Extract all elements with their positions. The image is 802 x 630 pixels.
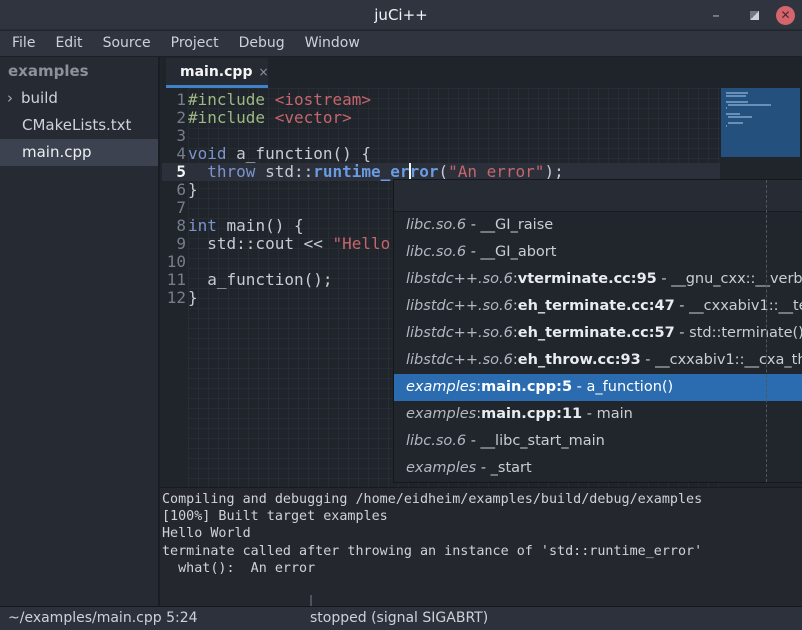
minimap-line: [726, 125, 727, 127]
chevron-right-icon[interactable]: ›: [7, 85, 21, 112]
window-title: juCi++: [0, 0, 802, 30]
minimap-line: [726, 95, 746, 97]
minimap-line: [726, 101, 748, 103]
sidebar-item-main-cpp[interactable]: main.cpp: [0, 139, 158, 166]
juci-window: juCi++ – ✕ FileEditSourceProjectDebugWin…: [0, 0, 802, 630]
file-tree: ›buildCMakeLists.txtmain.cpp: [0, 85, 158, 166]
terminal-line: what(): An error: [162, 560, 802, 577]
maximize-icon: [750, 11, 759, 20]
status-file-location: ~/examples/main.cpp 5:24: [8, 607, 198, 630]
code-line: #include <vector>: [188, 109, 564, 127]
title-bar: juCi++ – ✕: [0, 0, 802, 30]
backtrace-popup: libc.so.6 - __GI_raiselibc.so.6 - __GI_a…: [393, 179, 802, 483]
sidebar-item-label: CMakeLists.txt: [22, 112, 131, 139]
backtrace-row[interactable]: examples - _start: [394, 455, 802, 482]
menu-item-file[interactable]: File: [2, 31, 45, 56]
backtrace-row[interactable]: libstdc++.so.6:eh_terminate.cc:57 - std:…: [394, 320, 802, 347]
backtrace-row[interactable]: libstdc++.so.6:eh_terminate.cc:47 - __cx…: [394, 293, 802, 320]
terminal-line: Hello World: [162, 525, 802, 542]
menu-item-window[interactable]: Window: [295, 31, 370, 56]
backtrace-row[interactable]: libc.so.6 - __GI_abort: [394, 239, 802, 266]
menu-item-project[interactable]: Project: [161, 31, 229, 56]
project-name: examples: [0, 57, 158, 85]
backtrace-row[interactable]: libc.so.6 - __libc_start_main: [394, 428, 802, 455]
code-line: void a_function() {: [188, 145, 564, 163]
line-number: 3: [162, 127, 186, 145]
backtrace-row[interactable]: libstdc++.so.6:vterminate.cc:95 - __gnu_…: [394, 266, 802, 293]
line-number: 2: [162, 109, 186, 127]
code-line: #include <iostream>: [188, 91, 564, 109]
terminal-output[interactable]: Compiling and debugging /home/eidheim/ex…: [160, 487, 802, 606]
status-debug-state: stopped (signal SIGABRT): [310, 607, 488, 630]
terminal-line: terminate called after throwing an insta…: [162, 543, 802, 560]
line-number: 1: [162, 91, 186, 109]
menu-item-debug[interactable]: Debug: [229, 31, 295, 56]
line-number: 11: [162, 271, 186, 289]
terminal-line: Compiling and debugging /home/eidheim/ex…: [162, 491, 802, 508]
sidebar-item-label: main.cpp: [22, 139, 92, 166]
line-number: 4: [162, 145, 186, 163]
backtrace-list: libc.so.6 - __GI_raiselibc.so.6 - __GI_a…: [394, 212, 802, 482]
close-button[interactable]: ✕: [776, 6, 795, 25]
minimap-line: [728, 104, 771, 106]
popup-column-guide: [766, 180, 767, 482]
line-number: 10: [162, 253, 186, 271]
menu-item-source[interactable]: Source: [93, 31, 161, 56]
minimap-line: [726, 92, 748, 94]
minimap-line: [728, 122, 743, 124]
backtrace-row[interactable]: examples:main.cpp:5 - a_function(): [394, 374, 802, 401]
minimap[interactable]: [721, 88, 800, 157]
tab-close-icon[interactable]: ×: [258, 65, 268, 79]
line-number: 6: [162, 181, 186, 199]
line-number: 7: [162, 199, 186, 217]
backtrace-row[interactable]: libstdc++.so.6:eh_throw.cc:93 - __cxxabi…: [394, 347, 802, 374]
sidebar-item-build[interactable]: ›build: [0, 85, 158, 112]
popup-search-input[interactable]: [394, 180, 802, 212]
sidebar-item-cmakelists-txt[interactable]: CMakeLists.txt: [0, 112, 158, 139]
line-number: 8: [162, 217, 186, 235]
maximize-button[interactable]: [744, 5, 764, 25]
code-line: [188, 127, 564, 145]
backtrace-row[interactable]: libc.so.6 - __GI_raise: [394, 212, 802, 239]
tab-main-cpp[interactable]: main.cpp ×: [166, 58, 268, 88]
line-number-gutter: 123456789101112: [162, 91, 186, 307]
line-number: 12: [162, 289, 186, 307]
minimap-line: [728, 116, 752, 118]
sidebar-item-label: build: [21, 85, 58, 112]
line-number: 5: [162, 163, 186, 181]
backtrace-row[interactable]: examples:main.cpp:11 - main: [394, 401, 802, 428]
terminal-cursor: [310, 595, 312, 606]
project-tree-sidebar: examples ›buildCMakeLists.txtmain.cpp: [0, 57, 160, 606]
terminal-line: [100%] Built target examples: [162, 508, 802, 525]
minimize-button[interactable]: –: [706, 5, 726, 25]
menu-item-edit[interactable]: Edit: [45, 31, 92, 56]
minimap-line: [726, 107, 727, 109]
minimap-line: [726, 113, 740, 115]
menu-bar: FileEditSourceProjectDebugWindow: [0, 31, 802, 57]
tab-bar: main.cpp ×: [162, 57, 802, 88]
line-number: 9: [162, 235, 186, 253]
tab-label: main.cpp: [180, 64, 252, 80]
status-bar: ~/examples/main.cpp 5:24 stopped (signal…: [0, 606, 802, 630]
